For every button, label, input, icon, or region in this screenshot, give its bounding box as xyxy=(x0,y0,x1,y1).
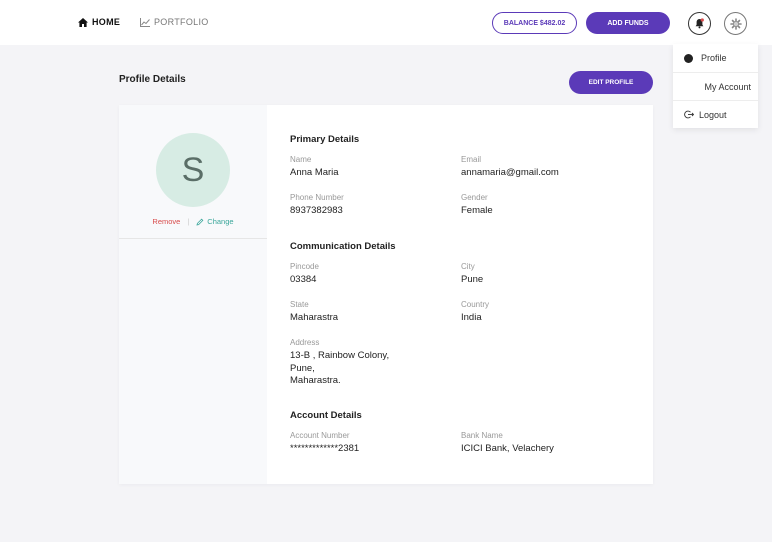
avatar: S xyxy=(156,133,230,207)
account-number-label: Account Number xyxy=(290,431,350,440)
divider xyxy=(119,238,267,239)
account-dropdown: Profile My Account Logout xyxy=(673,44,758,128)
gender-label: Gender xyxy=(461,193,488,202)
profile-card: S Remove | Change Primary Details Name A… xyxy=(119,105,653,484)
bell-icon xyxy=(695,18,704,29)
bank-name-label: Bank Name xyxy=(461,431,503,440)
remove-avatar-link[interactable]: Remove xyxy=(152,217,180,226)
phone-label: Phone Number xyxy=(290,193,344,202)
country-value: India xyxy=(461,312,482,323)
address-value: 13-B , Rainbow Colony, Pune, Maharastra. xyxy=(290,350,390,386)
primary-details-title: Primary Details xyxy=(290,134,360,145)
communication-details-title: Communication Details xyxy=(290,241,396,252)
city-value: Pune xyxy=(461,274,484,285)
change-avatar-link[interactable]: Change xyxy=(196,217,234,226)
logout-icon xyxy=(684,110,694,119)
pencil-icon xyxy=(196,218,204,226)
change-avatar-label: Change xyxy=(207,217,234,226)
email-value: annamaria@gmail.com xyxy=(461,167,559,178)
city-label: City xyxy=(461,262,475,271)
nav-home-label: HOME xyxy=(92,17,121,27)
gear-icon xyxy=(729,17,742,30)
settings-button[interactable] xyxy=(724,12,747,35)
pincode-value: 03384 xyxy=(290,274,317,285)
country-label: Country xyxy=(461,300,490,309)
menu-item-my-account[interactable]: My Account xyxy=(673,72,758,100)
name-label: Name xyxy=(290,155,312,164)
pincode-label: Pincode xyxy=(290,262,319,271)
avatar-panel: S Remove | Change xyxy=(119,105,267,484)
state-label: State xyxy=(290,300,309,309)
add-funds-button[interactable]: ADD FUNDS xyxy=(586,12,670,34)
name-value: Anna Maria xyxy=(290,167,339,178)
bank-name-value: ICICI Bank, Velachery xyxy=(461,443,554,454)
nav-portfolio-label: PORTFOLIO xyxy=(154,17,209,27)
home-icon xyxy=(78,17,88,27)
menu-item-label: Logout xyxy=(699,109,727,120)
page-title: Profile Details xyxy=(119,74,186,85)
menu-item-logout[interactable]: Logout xyxy=(673,100,758,128)
chart-icon xyxy=(140,17,150,27)
email-label: Email xyxy=(461,155,482,164)
nav-portfolio[interactable]: PORTFOLIO xyxy=(140,17,209,27)
address-label: Address xyxy=(290,338,320,347)
account-details-title: Account Details xyxy=(290,410,362,421)
state-value: Maharastra xyxy=(290,312,339,323)
edit-profile-button[interactable]: EDIT PROFILE xyxy=(569,71,653,94)
profile-dot-icon xyxy=(684,53,693,63)
balance-button[interactable]: BALANCE $482.02 xyxy=(492,12,577,34)
notifications-button[interactable] xyxy=(688,12,711,35)
top-bar: HOME PORTFOLIO BALANCE $482.02 ADD FUNDS xyxy=(0,0,772,45)
phone-value: 8937382983 xyxy=(290,205,343,216)
account-number-value: *************2381 xyxy=(290,443,360,454)
menu-item-label: My Account xyxy=(704,81,751,92)
menu-item-label: Profile xyxy=(701,53,727,63)
menu-item-profile[interactable]: Profile xyxy=(673,44,758,72)
gender-value: Female xyxy=(461,205,493,216)
nav-home[interactable]: HOME xyxy=(78,17,120,27)
avatar-actions: Remove | Change xyxy=(119,217,267,226)
action-separator: | xyxy=(187,217,190,226)
